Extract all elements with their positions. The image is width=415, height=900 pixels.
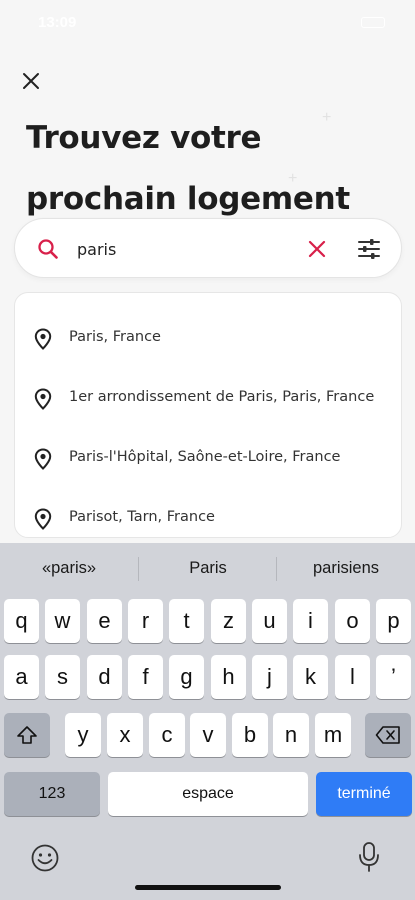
search-bar (14, 218, 402, 278)
suggestion-item[interactable]: Parisot, Tarn, France (15, 481, 401, 537)
backspace-key[interactable] (365, 713, 411, 757)
search-icon (38, 239, 58, 259)
page-title: Trouvez votre prochain logement (26, 120, 350, 217)
status-bar: 13:09 (0, 0, 415, 48)
key[interactable]: t (169, 599, 204, 643)
key[interactable]: n (273, 713, 309, 757)
key[interactable]: w (45, 599, 80, 643)
key[interactable]: i (293, 599, 328, 643)
suggestion-item[interactable]: 1er arrondissement de Paris, Paris, Fran… (15, 361, 401, 417)
filters-button[interactable] (356, 236, 382, 262)
close-icon (23, 73, 39, 89)
key[interactable]: h (211, 655, 246, 699)
location-pin-icon (34, 448, 52, 470)
location-pin-icon (34, 508, 52, 530)
key[interactable]: x (107, 713, 143, 757)
keyboard: «paris» Paris parisiens q w e r t z u i … (0, 543, 415, 900)
suggestion-item[interactable]: Paris-l'Hôpital, Saône-et-Loire, France (15, 421, 401, 477)
shift-icon (17, 726, 37, 744)
prediction-item[interactable]: Paris (139, 543, 277, 593)
prediction-bar: «paris» Paris parisiens (0, 543, 415, 593)
suggestion-item[interactable]: Paris, France (15, 301, 401, 357)
backspace-icon (375, 726, 400, 744)
key[interactable]: v (190, 713, 226, 757)
key[interactable]: ’ (376, 655, 411, 699)
key[interactable]: c (149, 713, 185, 757)
numbers-key[interactable]: 123 (4, 772, 100, 816)
shift-key[interactable] (4, 713, 50, 757)
status-time: 13:09 (38, 14, 77, 31)
clear-icon (308, 240, 326, 258)
key[interactable]: l (335, 655, 370, 699)
microphone-icon[interactable] (357, 841, 381, 873)
clear-search-button[interactable] (305, 237, 329, 261)
emoji-icon[interactable] (30, 843, 60, 873)
key[interactable]: k (293, 655, 328, 699)
suggestion-label: Paris, France (69, 329, 161, 345)
sliders-icon (358, 239, 380, 259)
battery-icon (361, 17, 385, 28)
key[interactable]: f (128, 655, 163, 699)
prediction-item[interactable]: «paris» (0, 543, 138, 593)
suggestion-label: Parisot, Tarn, France (69, 509, 215, 525)
location-pin-icon (34, 328, 52, 350)
key[interactable]: d (87, 655, 122, 699)
key[interactable]: r (128, 599, 163, 643)
done-key[interactable]: terminé (316, 772, 412, 816)
key[interactable]: g (169, 655, 204, 699)
key[interactable]: e (87, 599, 122, 643)
key[interactable]: m (315, 713, 351, 757)
key[interactable]: o (335, 599, 370, 643)
suggestion-label: Paris-l'Hôpital, Saône-et-Loire, France (69, 449, 341, 465)
key[interactable]: p (376, 599, 411, 643)
key[interactable]: z (211, 599, 246, 643)
suggestion-label: 1er arrondissement de Paris, Paris, Fran… (69, 389, 375, 405)
key[interactable]: j (252, 655, 287, 699)
key[interactable]: a (4, 655, 39, 699)
close-button[interactable] (18, 68, 44, 94)
space-key[interactable]: espace (108, 772, 308, 816)
location-pin-icon (34, 388, 52, 410)
key[interactable]: q (4, 599, 39, 643)
home-indicator (135, 885, 281, 890)
key[interactable]: u (252, 599, 287, 643)
suggestions-list: Paris, France 1er arrondissement de Pari… (14, 292, 402, 538)
key[interactable]: b (232, 713, 268, 757)
prediction-item[interactable]: parisiens (277, 543, 415, 593)
key[interactable]: s (45, 655, 80, 699)
search-input[interactable] (77, 235, 277, 263)
key[interactable]: y (65, 713, 101, 757)
